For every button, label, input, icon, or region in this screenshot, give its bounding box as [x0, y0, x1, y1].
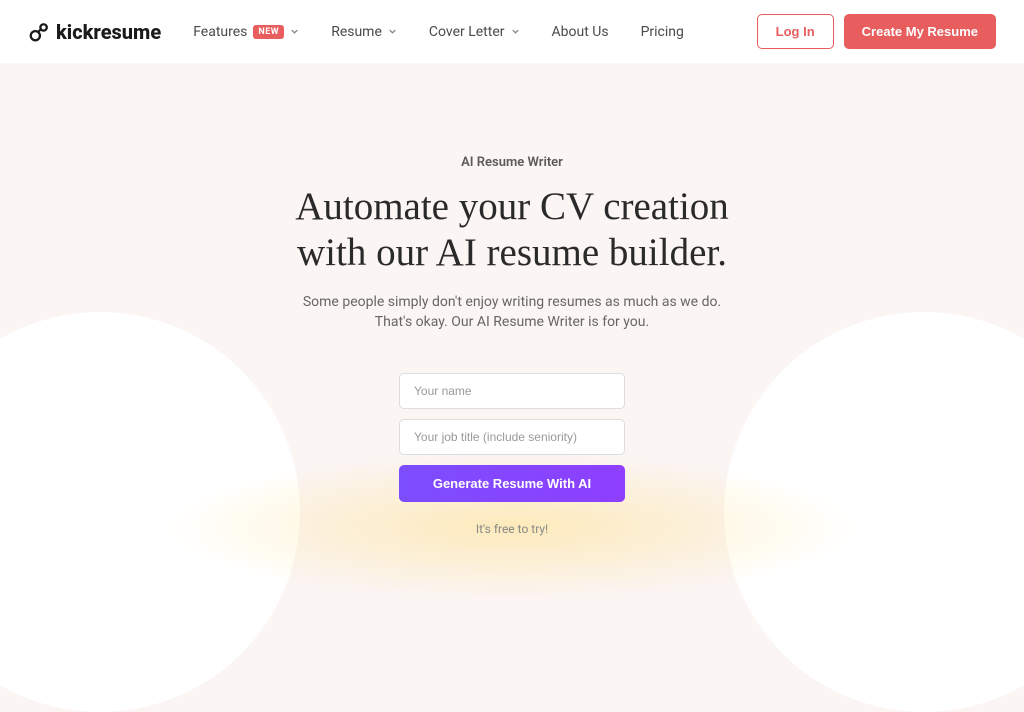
resume-form: Generate Resume With AI It's free to try…	[0, 373, 1024, 536]
eyebrow-text: AI Resume Writer	[0, 155, 1024, 170]
nav-features[interactable]: Features NEW	[193, 24, 299, 40]
nav-label: Features	[193, 24, 247, 40]
subhead-line1: Some people simply don't enjoy writing r…	[303, 294, 721, 310]
brand-name: kickresume	[56, 20, 161, 44]
job-title-input[interactable]	[399, 419, 625, 455]
site-header: kickresume Features NEW Resume Cover Let…	[0, 0, 1024, 63]
nav-cover-letter[interactable]: Cover Letter	[429, 24, 520, 40]
header-actions: Log In Create My Resume	[757, 14, 996, 49]
nav-label: Pricing	[641, 24, 684, 40]
subheadline: Some people simply don't enjoy writing r…	[0, 292, 1024, 333]
logo-icon	[28, 21, 50, 43]
logo[interactable]: kickresume	[28, 20, 161, 44]
nav-label: About Us	[552, 24, 609, 40]
nav-about[interactable]: About Us	[552, 24, 609, 40]
nav-label: Resume	[331, 24, 382, 40]
create-resume-button[interactable]: Create My Resume	[844, 14, 996, 49]
nav-resume[interactable]: Resume	[331, 24, 397, 40]
chevron-down-icon	[511, 27, 520, 36]
hero-section: AI Resume Writer Automate your CV creati…	[0, 63, 1024, 536]
generate-button[interactable]: Generate Resume With AI	[399, 465, 625, 502]
new-badge: NEW	[253, 25, 284, 39]
free-note: It's free to try!	[476, 522, 548, 536]
headline: Automate your CV creation with our AI re…	[0, 184, 1024, 276]
login-button[interactable]: Log In	[757, 14, 834, 49]
headline-line2: with our AI resume builder.	[297, 231, 727, 274]
nav-pricing[interactable]: Pricing	[641, 24, 684, 40]
chevron-down-icon	[388, 27, 397, 36]
headline-line1: Automate your CV creation	[295, 185, 729, 228]
subhead-line2: That's okay. Our AI Resume Writer is for…	[375, 314, 649, 330]
name-input[interactable]	[399, 373, 625, 409]
main-nav: Features NEW Resume Cover Letter About U…	[193, 24, 684, 40]
nav-label: Cover Letter	[429, 24, 505, 40]
chevron-down-icon	[290, 27, 299, 36]
